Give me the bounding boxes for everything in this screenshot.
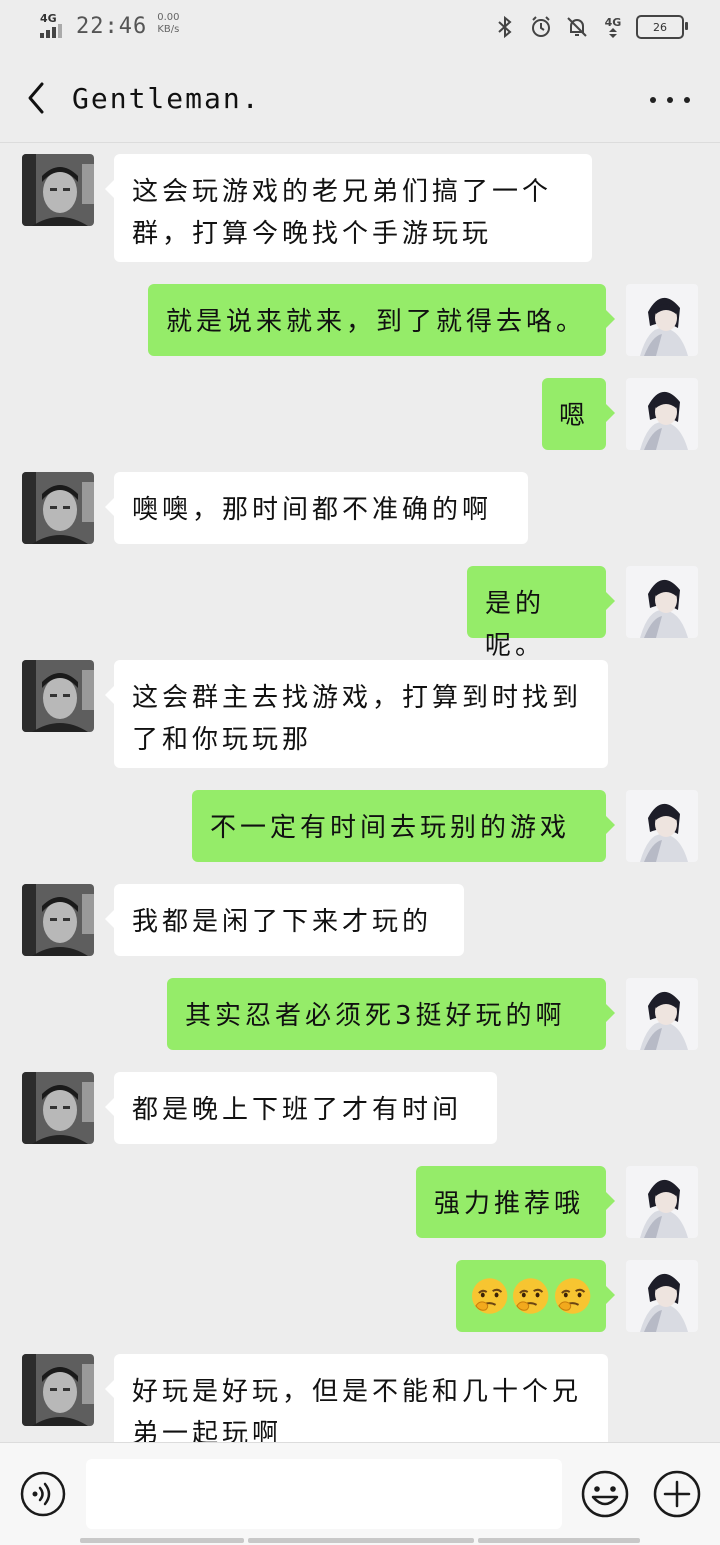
- my-avatar[interactable]: [626, 284, 698, 356]
- gesture-bar-center: [248, 1538, 474, 1543]
- emoji-button[interactable]: [580, 1469, 630, 1519]
- message-bubble[interactable]: 其实忍者必须死3挺好玩的啊: [167, 978, 615, 1050]
- more-functions-button[interactable]: [652, 1469, 702, 1519]
- message-bubble[interactable]: 好玩是好玩，但是不能和几十个兄弟一起玩啊: [105, 1354, 608, 1442]
- mute-bell-icon: [564, 14, 590, 40]
- bluetooth-icon: [492, 14, 518, 40]
- message-bubble[interactable]: 这会玩游戏的老兄弟们搞了一个群，打算今晚找个手游玩玩: [105, 154, 592, 262]
- message-bubble[interactable]: 强力推荐哦: [416, 1166, 615, 1238]
- thinking-face-icon: [471, 1278, 508, 1314]
- message-bubble[interactable]: 都是晚上下班了才有时间: [105, 1072, 497, 1144]
- network-speed: 0.00 KB/s: [157, 12, 179, 36]
- status-right: 4G 26: [492, 14, 688, 40]
- message-bubble[interactable]: 不一定有时间去玩别的游戏: [192, 790, 615, 862]
- my-avatar[interactable]: [626, 566, 698, 638]
- more-button[interactable]: [650, 86, 690, 114]
- message-bubble[interactable]: 噢噢，那时间都不准确的啊: [105, 472, 528, 544]
- plus-icon: [653, 1470, 701, 1518]
- contact-avatar[interactable]: [22, 1072, 94, 1144]
- status-left: 4G 22:46 0.00 KB/s: [40, 12, 180, 40]
- battery-level: 26: [653, 20, 667, 34]
- battery-icon: 26: [636, 15, 688, 39]
- voice-icon: [20, 1471, 66, 1517]
- contact-avatar[interactable]: [22, 660, 94, 732]
- gesture-bar-right: [478, 1538, 640, 1543]
- back-button[interactable]: [18, 78, 58, 118]
- my-avatar[interactable]: [626, 978, 698, 1050]
- message-bubble[interactable]: 是的呢。: [467, 566, 615, 661]
- contact-avatar[interactable]: [22, 884, 94, 956]
- my-avatar[interactable]: [626, 1166, 698, 1238]
- message-bubble-emoji[interactable]: [456, 1260, 615, 1332]
- thinking-face-icon: [554, 1278, 591, 1314]
- status-bar: 4G 22:46 0.00 KB/s 4G 26: [0, 0, 720, 56]
- gesture-bar-left: [80, 1538, 244, 1543]
- clock: 22:46: [76, 14, 148, 39]
- contact-avatar[interactable]: [22, 472, 94, 544]
- voice-button[interactable]: [20, 1471, 66, 1517]
- my-avatar[interactable]: [626, 1260, 698, 1332]
- chat-header: Gentleman.: [0, 56, 720, 143]
- mobile-data-icon: 4G: [600, 14, 626, 40]
- more-dots-icon: [650, 97, 690, 103]
- alarm-icon: [528, 14, 554, 40]
- message-bubble[interactable]: 就是说来就来，到了就得去咯。: [148, 284, 615, 356]
- my-avatar[interactable]: [626, 378, 698, 450]
- network-speed-unit: KB/s: [157, 24, 180, 35]
- message-bubble[interactable]: 我都是闲了下来才玩的: [105, 884, 464, 956]
- thinking-face-icon: [513, 1278, 549, 1314]
- chevron-left-icon: [28, 82, 44, 114]
- message-list[interactable]: 这会玩游戏的老兄弟们搞了一个群，打算今晚找个手游玩玩 就是说来就来，到了就得去咯…: [0, 143, 720, 1442]
- signal-icon: 4G: [40, 12, 72, 40]
- network-speed-value: 0.00: [157, 12, 180, 23]
- contact-avatar[interactable]: [22, 154, 94, 226]
- message-input[interactable]: [86, 1459, 562, 1529]
- my-avatar[interactable]: [626, 790, 698, 862]
- chat-title: Gentleman.: [72, 82, 261, 115]
- contact-avatar[interactable]: [22, 1354, 94, 1426]
- input-bar: [0, 1442, 720, 1545]
- message-bubble[interactable]: 这会群主去找游戏，打算到时找到了和你玩玩那: [105, 660, 608, 768]
- message-bubble[interactable]: 嗯: [542, 378, 615, 450]
- emoji-icon: [581, 1470, 629, 1518]
- mobile-data-label: 4G: [604, 15, 622, 29]
